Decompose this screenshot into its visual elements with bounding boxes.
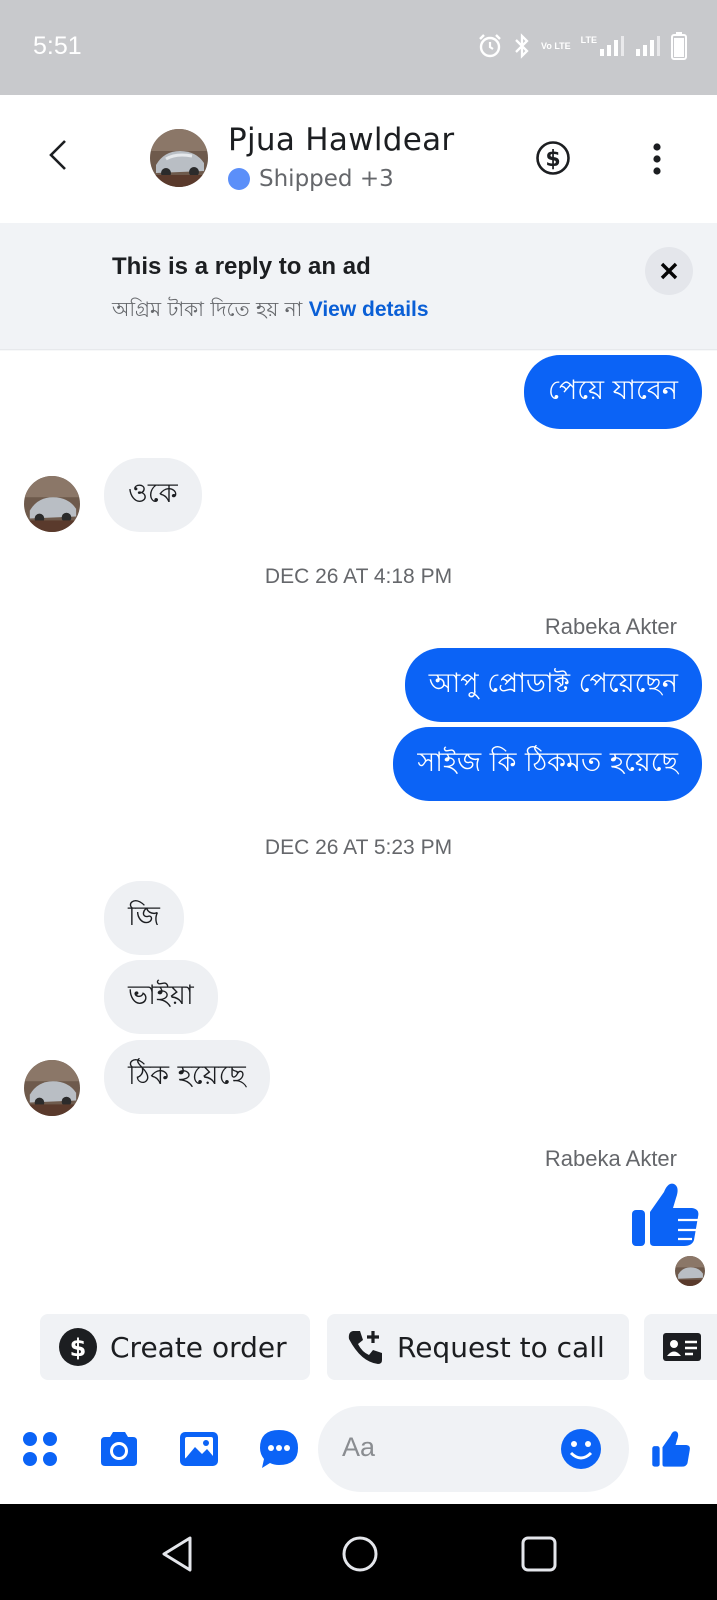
status-dot-icon <box>228 168 250 190</box>
gallery-icon <box>180 1432 218 1466</box>
divider <box>0 349 717 351</box>
contact-name[interactable]: Pjua Hawldear <box>228 122 454 158</box>
ad-banner-title: This is a reply to an ad <box>112 253 371 280</box>
chat-extras-button[interactable] <box>256 1426 302 1472</box>
svg-text:$: $ <box>545 147 560 172</box>
dollar-icon: $ <box>59 1328 97 1366</box>
request-call-label: Request to call <box>397 1330 605 1364</box>
request-call-chip[interactable]: Request to call <box>327 1314 629 1380</box>
message-placeholder: Aa <box>342 1432 376 1462</box>
more-icon <box>653 143 661 175</box>
camera-button[interactable] <box>96 1426 142 1472</box>
incoming-message[interactable]: ওকে <box>104 458 202 532</box>
emoji-button[interactable] <box>560 1428 602 1470</box>
contact-avatar-small <box>24 476 80 532</box>
chat-header: Pjua Hawldear Shipped +3 $ <box>0 95 717 223</box>
recents-square-icon[interactable] <box>519 1534 559 1574</box>
thumbs-up-icon <box>652 1431 690 1467</box>
status-label: Shipped +3 <box>259 166 394 192</box>
chat-bubble-icon <box>260 1430 298 1468</box>
message-input[interactable]: Aa <box>318 1406 629 1492</box>
incoming-message[interactable]: জি <box>104 881 184 955</box>
message-timestamp: DEC 26 AT 4:18 PM <box>264 565 453 588</box>
ad-banner-subtitle-row: অগ্রিম টাকা দিতে হয় না View details <box>112 295 429 328</box>
back-triangle-icon[interactable] <box>158 1534 198 1574</box>
thumbs-up-icon <box>632 1183 699 1246</box>
outgoing-message[interactable]: পেয়ে যাবেন <box>524 355 702 429</box>
message-timestamp: DEC 26 AT 5:23 PM <box>264 836 453 859</box>
more-options-button[interactable] <box>640 139 674 179</box>
alarm-icon <box>479 34 501 58</box>
camera-icon <box>101 1432 137 1466</box>
create-order-label: Create order <box>110 1330 287 1364</box>
bluetooth-icon <box>515 33 529 59</box>
volte-icon: Vo LTE <box>540 41 571 51</box>
signal-icon <box>636 36 660 56</box>
apps-button[interactable] <box>17 1426 63 1472</box>
back-arrow-icon <box>49 140 66 170</box>
home-circle-icon[interactable] <box>340 1534 380 1574</box>
svg-text:$: $ <box>70 1334 87 1362</box>
emoji-icon <box>561 1429 601 1469</box>
phone-plus-icon <box>348 1331 382 1364</box>
payment-button[interactable]: $ <box>535 140 571 176</box>
contact-card-icon <box>663 1333 701 1361</box>
read-receipt-avatar <box>675 1256 705 1286</box>
contact-status[interactable]: Shipped +3 <box>228 166 394 192</box>
incoming-message[interactable]: ঠিক হয়েছে <box>104 1040 270 1114</box>
system-nav-bar <box>0 1504 717 1600</box>
sender-name: Rabeka Akter <box>544 1146 677 1171</box>
status-icons: Vo LTE LTE <box>477 30 687 62</box>
sender-name: Rabeka Akter <box>544 614 677 639</box>
contact-avatar-small <box>24 1060 80 1116</box>
ad-reply-banner: This is a reply to an ad অগ্রিম টাকা দিত… <box>0 223 717 349</box>
create-order-chip[interactable]: $ Create order <box>40 1314 310 1380</box>
send-like-button[interactable] <box>648 1426 694 1472</box>
gallery-button[interactable] <box>176 1426 222 1472</box>
thumbs-up-message[interactable] <box>628 1178 702 1252</box>
contact-card-chip[interactable] <box>644 1314 717 1380</box>
outgoing-message[interactable]: আপু প্রোডাক্ট পেয়েছেন <box>404 648 702 722</box>
outgoing-message[interactable]: সাইজ কি ঠিকমত হয়েছে <box>393 727 702 801</box>
battery-icon <box>671 32 687 60</box>
message-composer: Aa <box>0 1400 717 1496</box>
back-button[interactable] <box>36 130 80 180</box>
ad-banner-close-button[interactable] <box>645 247 693 295</box>
close-icon <box>660 262 678 280</box>
apps-icon <box>23 1432 57 1466</box>
incoming-message[interactable]: ভাইয়া <box>104 960 218 1034</box>
contact-avatar[interactable] <box>150 129 208 187</box>
ad-banner-subtitle: অগ্রিম টাকা দিতে হয় না <box>112 297 303 321</box>
dollar-icon: $ <box>536 141 570 175</box>
signal-icon: LTE <box>581 35 625 57</box>
view-details-link[interactable]: View details <box>309 298 429 321</box>
status-time: 5:51 <box>33 32 82 60</box>
quick-actions-bar: $ Create order Request to call <box>0 1314 717 1382</box>
status-bar: 5:51 Vo LTE LTE <box>0 0 717 95</box>
